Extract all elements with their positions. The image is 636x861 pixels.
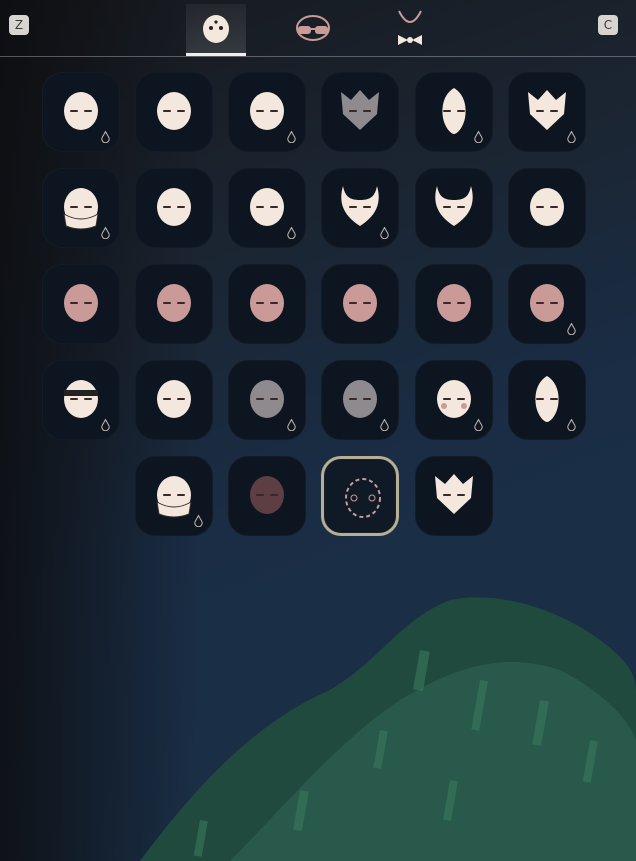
mask-round-dark-icon — [250, 476, 284, 514]
mask-headband-icon — [64, 380, 98, 418]
mask-fox-icon — [435, 474, 473, 514]
mask-pink-stripe-icon — [157, 284, 191, 322]
mask-slot[interactable] — [42, 360, 120, 440]
mask-bird-grey-icon — [250, 380, 284, 418]
water-drop-icon — [101, 419, 110, 431]
water-drop-icon — [287, 227, 296, 239]
mask-dashed-icon — [345, 478, 381, 518]
mask-slot[interactable] — [135, 264, 213, 344]
mask-cat-icon — [528, 90, 566, 130]
mask-scarf-icon — [63, 188, 99, 230]
water-drop-icon — [194, 515, 203, 527]
mask-slot[interactable] — [415, 168, 493, 248]
mask-bird-dark-icon — [343, 380, 377, 418]
mask-slot[interactable] — [321, 264, 399, 344]
mask-slot[interactable] — [415, 360, 493, 440]
mask-slot[interactable] — [135, 456, 213, 536]
mask-slot[interactable] — [42, 264, 120, 344]
mask-slot[interactable] — [135, 168, 213, 248]
water-drop-icon — [287, 131, 296, 143]
water-drop-icon — [474, 419, 483, 431]
water-drop-icon — [474, 131, 483, 143]
mask-pink-fold-icon — [64, 284, 98, 322]
mask-pink-paint-icon — [250, 284, 284, 322]
mask-pink-plain-icon — [437, 284, 471, 322]
mask-bandana-icon — [250, 92, 284, 130]
water-drop-icon — [101, 227, 110, 239]
necklace-bowtie-category-icon — [398, 10, 422, 45]
mask-category-icon — [203, 15, 229, 43]
prev-tab-key[interactable]: Z — [9, 15, 29, 35]
water-drop-icon — [567, 419, 576, 431]
mask-slot[interactable] — [508, 264, 586, 344]
mask-blush-icon — [437, 380, 471, 418]
water-drop-icon — [380, 227, 389, 239]
mask-ears-icon — [535, 376, 559, 422]
mask-slot[interactable] — [228, 72, 306, 152]
next-tab-key[interactable]: C — [598, 15, 618, 35]
water-drop-icon — [567, 323, 576, 335]
mask-painted-icon — [157, 380, 191, 418]
water-drop-icon — [101, 131, 110, 143]
mask-horned-icon — [341, 186, 379, 226]
mask-owl-icon — [435, 186, 473, 226]
mask-slot[interactable] — [415, 72, 493, 152]
mask-simple-icon — [157, 188, 191, 226]
water-drop-icon — [287, 419, 296, 431]
mask-tall-icon — [442, 88, 466, 134]
mask-slot[interactable] — [42, 168, 120, 248]
mask-pink-gem-icon — [530, 284, 564, 322]
mask-slot[interactable] — [508, 360, 586, 440]
mask-slot[interactable] — [228, 456, 306, 536]
mask-slot[interactable] — [321, 72, 399, 152]
glasses-category-icon — [296, 15, 330, 41]
tab-masks[interactable] — [186, 4, 246, 56]
mask-dots-icon — [64, 92, 98, 130]
mask-crown-icon — [341, 90, 379, 130]
mask-braids-icon — [250, 188, 284, 226]
mask-slot[interactable] — [228, 264, 306, 344]
mask-slot[interactable] — [508, 72, 586, 152]
mask-slot[interactable] — [135, 360, 213, 440]
mask-sparkle-icon — [157, 92, 191, 130]
tab-glasses[interactable] — [283, 4, 343, 54]
mask-smoke-icon — [156, 476, 192, 518]
mask-slot[interactable] — [228, 168, 306, 248]
mask-slot[interactable] — [508, 168, 586, 248]
mask-slot[interactable] — [42, 72, 120, 152]
mask-hood-icon — [530, 188, 564, 226]
mask-slot[interactable] — [321, 360, 399, 440]
water-drop-icon — [380, 419, 389, 431]
mask-slot[interactable] — [321, 456, 399, 536]
tab-bar: Z C — [0, 0, 636, 57]
mask-slot[interactable] — [321, 168, 399, 248]
mask-slot[interactable] — [135, 72, 213, 152]
tab-neckwear[interactable] — [380, 4, 440, 54]
water-drop-icon — [567, 131, 576, 143]
mask-slot[interactable] — [415, 456, 493, 536]
mask-pink-scar-icon — [343, 284, 377, 322]
mask-slot[interactable] — [415, 264, 493, 344]
mask-slot[interactable] — [228, 360, 306, 440]
